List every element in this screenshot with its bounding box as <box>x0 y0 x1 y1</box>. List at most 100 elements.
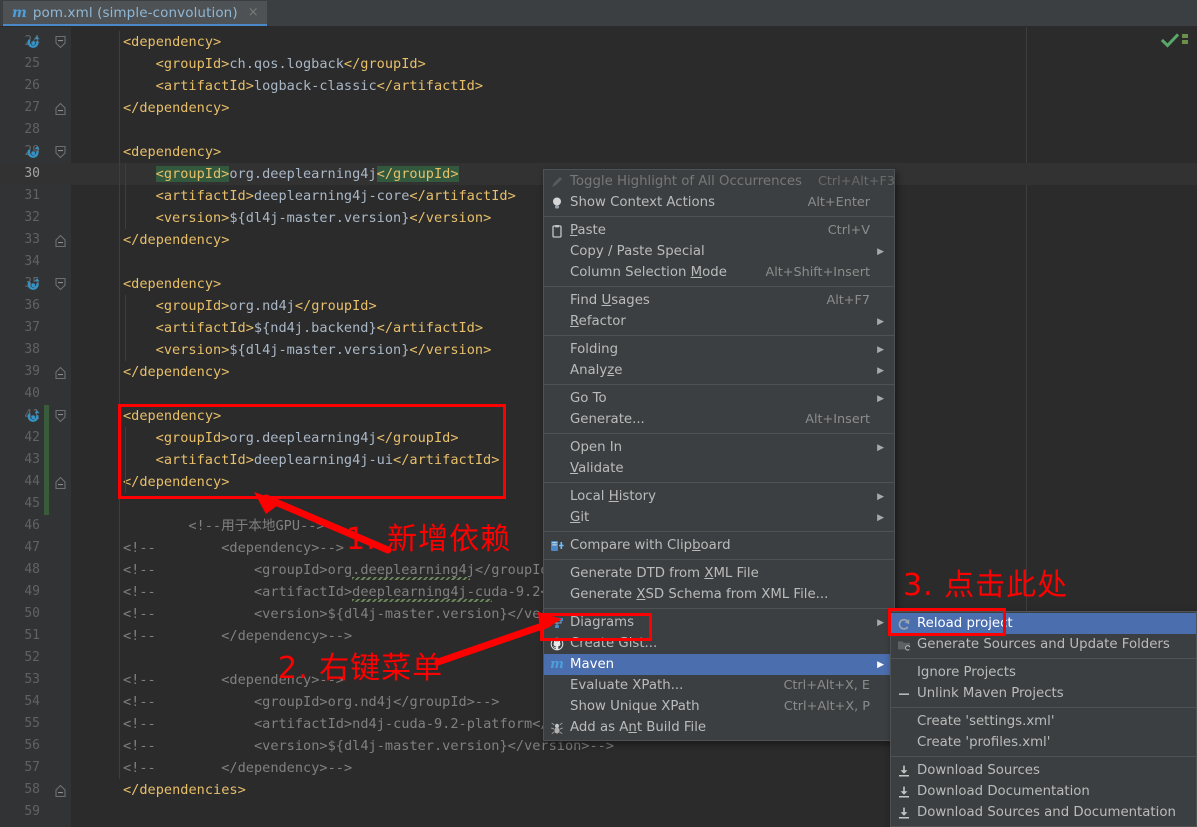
menu-item-shortcut: Ctrl+Alt+X, P <box>783 699 870 714</box>
dependency-update-icon[interactable] <box>26 409 41 424</box>
dependency-update-icon[interactable] <box>26 35 41 50</box>
fold-end-icon[interactable] <box>55 366 66 379</box>
menu-item-label: Download Sources <box>917 763 1040 778</box>
context-menu-item-create-gist[interactable]: Create Gist... <box>544 633 894 654</box>
line-number: 33 <box>24 232 40 247</box>
context-menu-item-paste[interactable]: Paste Ctrl+V <box>544 220 894 241</box>
line-number: 42 <box>24 430 40 445</box>
context-menu-item-show-unique-xpath[interactable]: Show Unique XPath Ctrl+Alt+X, P <box>544 696 894 717</box>
context-menu-item-find-usages[interactable]: Find Usages Alt+F7 <box>544 290 894 311</box>
maven-submenu-item-unlink-maven-projects[interactable]: Unlink Maven Projects <box>891 683 1196 704</box>
menu-item-shortcut: Ctrl+Alt+F3 <box>817 174 895 189</box>
annotation-step-1: 1. 新增依赖 <box>346 522 512 557</box>
annotation-step-2: 2. 右键菜单 <box>278 651 444 686</box>
menu-separator <box>544 559 894 560</box>
line-number: 37 <box>24 320 40 335</box>
menu-item-label: Create 'settings.xml' <box>917 714 1055 729</box>
context-menu-item-copy-paste-special[interactable]: Copy / Paste Special ▶ <box>544 241 894 262</box>
line-number: 34 <box>24 254 40 269</box>
close-icon[interactable]: × <box>248 5 259 20</box>
context-menu-item-add-as-ant-build-file[interactable]: Add as Ant Build File <box>544 717 894 738</box>
fold-end-icon[interactable] <box>55 102 66 115</box>
context-menu-item-folding[interactable]: Folding ▶ <box>544 339 894 360</box>
indent-guide <box>125 427 126 493</box>
context-menu-item-toggle-highlight-of-all-occurrences: Toggle Highlight of All Occurrences Ctrl+… <box>544 171 895 192</box>
context-menu-item-show-context-actions[interactable]: Show Context Actions Alt+Enter <box>544 192 894 213</box>
context-menu-item-evaluate-xpath[interactable]: Evaluate XPath... Ctrl+Alt+X, E <box>544 675 894 696</box>
menu-item-label: Git <box>570 510 590 525</box>
maven-submenu-item-download-documentation[interactable]: Download Documentation <box>891 781 1196 802</box>
menu-item-shortcut: Alt+Insert <box>805 412 870 427</box>
inspection-status-widget[interactable] <box>1161 33 1189 49</box>
context-menu-item-refactor[interactable]: Refactor ▶ <box>544 311 894 332</box>
chevron-right-icon: ▶ <box>877 617 884 628</box>
context-menu-item-go-to[interactable]: Go To ▶ <box>544 388 894 409</box>
menu-item-label: Create Gist... <box>570 636 658 651</box>
diagram-icon <box>544 615 570 631</box>
line-content: <groupId>org.nd4j</groupId> <box>155 298 377 314</box>
maven-submenu-item-create-profiles-xml[interactable]: Create 'profiles.xml' <box>891 732 1196 753</box>
vcs-change-marker[interactable] <box>44 405 49 515</box>
context-menu-item-open-in[interactable]: Open In ▶ <box>544 437 894 458</box>
dependency-update-icon[interactable] <box>26 145 41 160</box>
context-menu-item-generate-xsd-schema-from-xml-file[interactable]: Generate XSD Schema from XML File... <box>544 584 894 605</box>
context-menu-item-local-history[interactable]: Local History ▶ <box>544 486 894 507</box>
menu-item-no-icon <box>544 391 570 407</box>
ant-icon <box>544 720 570 736</box>
maven-submenu[interactable]: Reload project Generate Sources and Updat… <box>890 611 1197 827</box>
fold-collapse-icon[interactable] <box>55 410 66 423</box>
menu-separator <box>544 216 894 217</box>
context-menu-item-git[interactable]: Git ▶ <box>544 507 894 528</box>
maven-submenu-item-reload-project[interactable]: Reload project <box>891 613 1196 634</box>
editor-line[interactable] <box>0 119 1197 141</box>
pencil-icon <box>544 174 570 190</box>
context-menu-item-maven[interactable]: m Maven ▶ <box>544 654 894 675</box>
context-menu-item-generate[interactable]: Generate... Alt+Insert <box>544 409 894 430</box>
editor-context-menu[interactable]: Toggle Highlight of All Occurrences Ctrl+… <box>543 169 895 741</box>
menu-item-label: Generate Sources and Update Folders <box>917 637 1170 652</box>
fold-collapse-icon[interactable] <box>55 146 66 159</box>
menu-item-shortcut: Ctrl+Alt+X, E <box>783 678 870 693</box>
line-number: 59 <box>24 804 40 819</box>
menu-item-no-icon <box>544 244 570 260</box>
line-content: </dependency> <box>123 100 230 116</box>
fold-collapse-icon[interactable] <box>55 278 66 291</box>
chevron-right-icon: ▶ <box>877 344 884 355</box>
menu-separator <box>544 286 894 287</box>
line-content: </dependency> <box>123 364 230 380</box>
context-menu-item-column-selection-mode[interactable]: Column Selection Mode Alt+Shift+Insert <box>544 262 894 283</box>
minus-icon <box>891 686 917 702</box>
menu-item-label: Show Unique XPath <box>570 699 700 714</box>
github-icon <box>544 636 570 652</box>
context-menu-item-generate-dtd-from-xml-file[interactable]: Generate DTD from XML File <box>544 563 894 584</box>
menu-item-shortcut: Ctrl+V <box>827 223 870 238</box>
maven-submenu-item-generate-sources-and-update-folders[interactable]: Generate Sources and Update Folders <box>891 634 1196 655</box>
maven-submenu-item-download-sources-and-documentation[interactable]: Download Sources and Documentation <box>891 802 1196 823</box>
context-menu-item-analyze[interactable]: Analyze ▶ <box>544 360 894 381</box>
fold-end-icon[interactable] <box>55 784 66 797</box>
line-content: <!-- <dependency>--> <box>123 540 344 556</box>
line-number: 32 <box>24 210 40 225</box>
line-content: <groupId>org.deeplearning4j</groupId> <box>155 166 459 182</box>
context-menu-item-diagrams[interactable]: Diagrams ▶ <box>544 612 894 633</box>
annotation-step-3: 3. 点击此处 <box>903 568 1069 603</box>
dependency-update-icon[interactable] <box>26 277 41 292</box>
fold-end-icon[interactable] <box>55 234 66 247</box>
editor-tab-pom-xml[interactable]: m pom.xml (simple-convolution) × <box>3 1 267 26</box>
fold-end-icon[interactable] <box>55 476 66 489</box>
line-content: </dependencies> <box>123 782 246 798</box>
maven-submenu-item-ignore-projects[interactable]: Ignore Projects <box>891 662 1196 683</box>
context-menu-item-compare-with-clipboard[interactable]: Compare with Clipboard <box>544 535 894 556</box>
maven-submenu-item-download-sources[interactable]: Download Sources <box>891 760 1196 781</box>
chevron-right-icon: ▶ <box>877 365 884 376</box>
line-number: 31 <box>24 188 40 203</box>
menu-item-no-icon <box>544 461 570 477</box>
menu-item-label: Paste <box>570 223 606 238</box>
context-menu-item-validate[interactable]: Validate <box>544 458 894 479</box>
maven-submenu-item-create-settings-xml[interactable]: Create 'settings.xml' <box>891 711 1196 732</box>
menu-item-label: Unlink Maven Projects <box>917 686 1064 701</box>
fold-collapse-icon[interactable] <box>55 36 66 49</box>
editor-tab-label: pom.xml (simple-convolution) <box>32 4 238 21</box>
menu-item-label: Download Documentation <box>917 784 1090 799</box>
menu-item-label: Compare with Clipboard <box>570 538 731 553</box>
